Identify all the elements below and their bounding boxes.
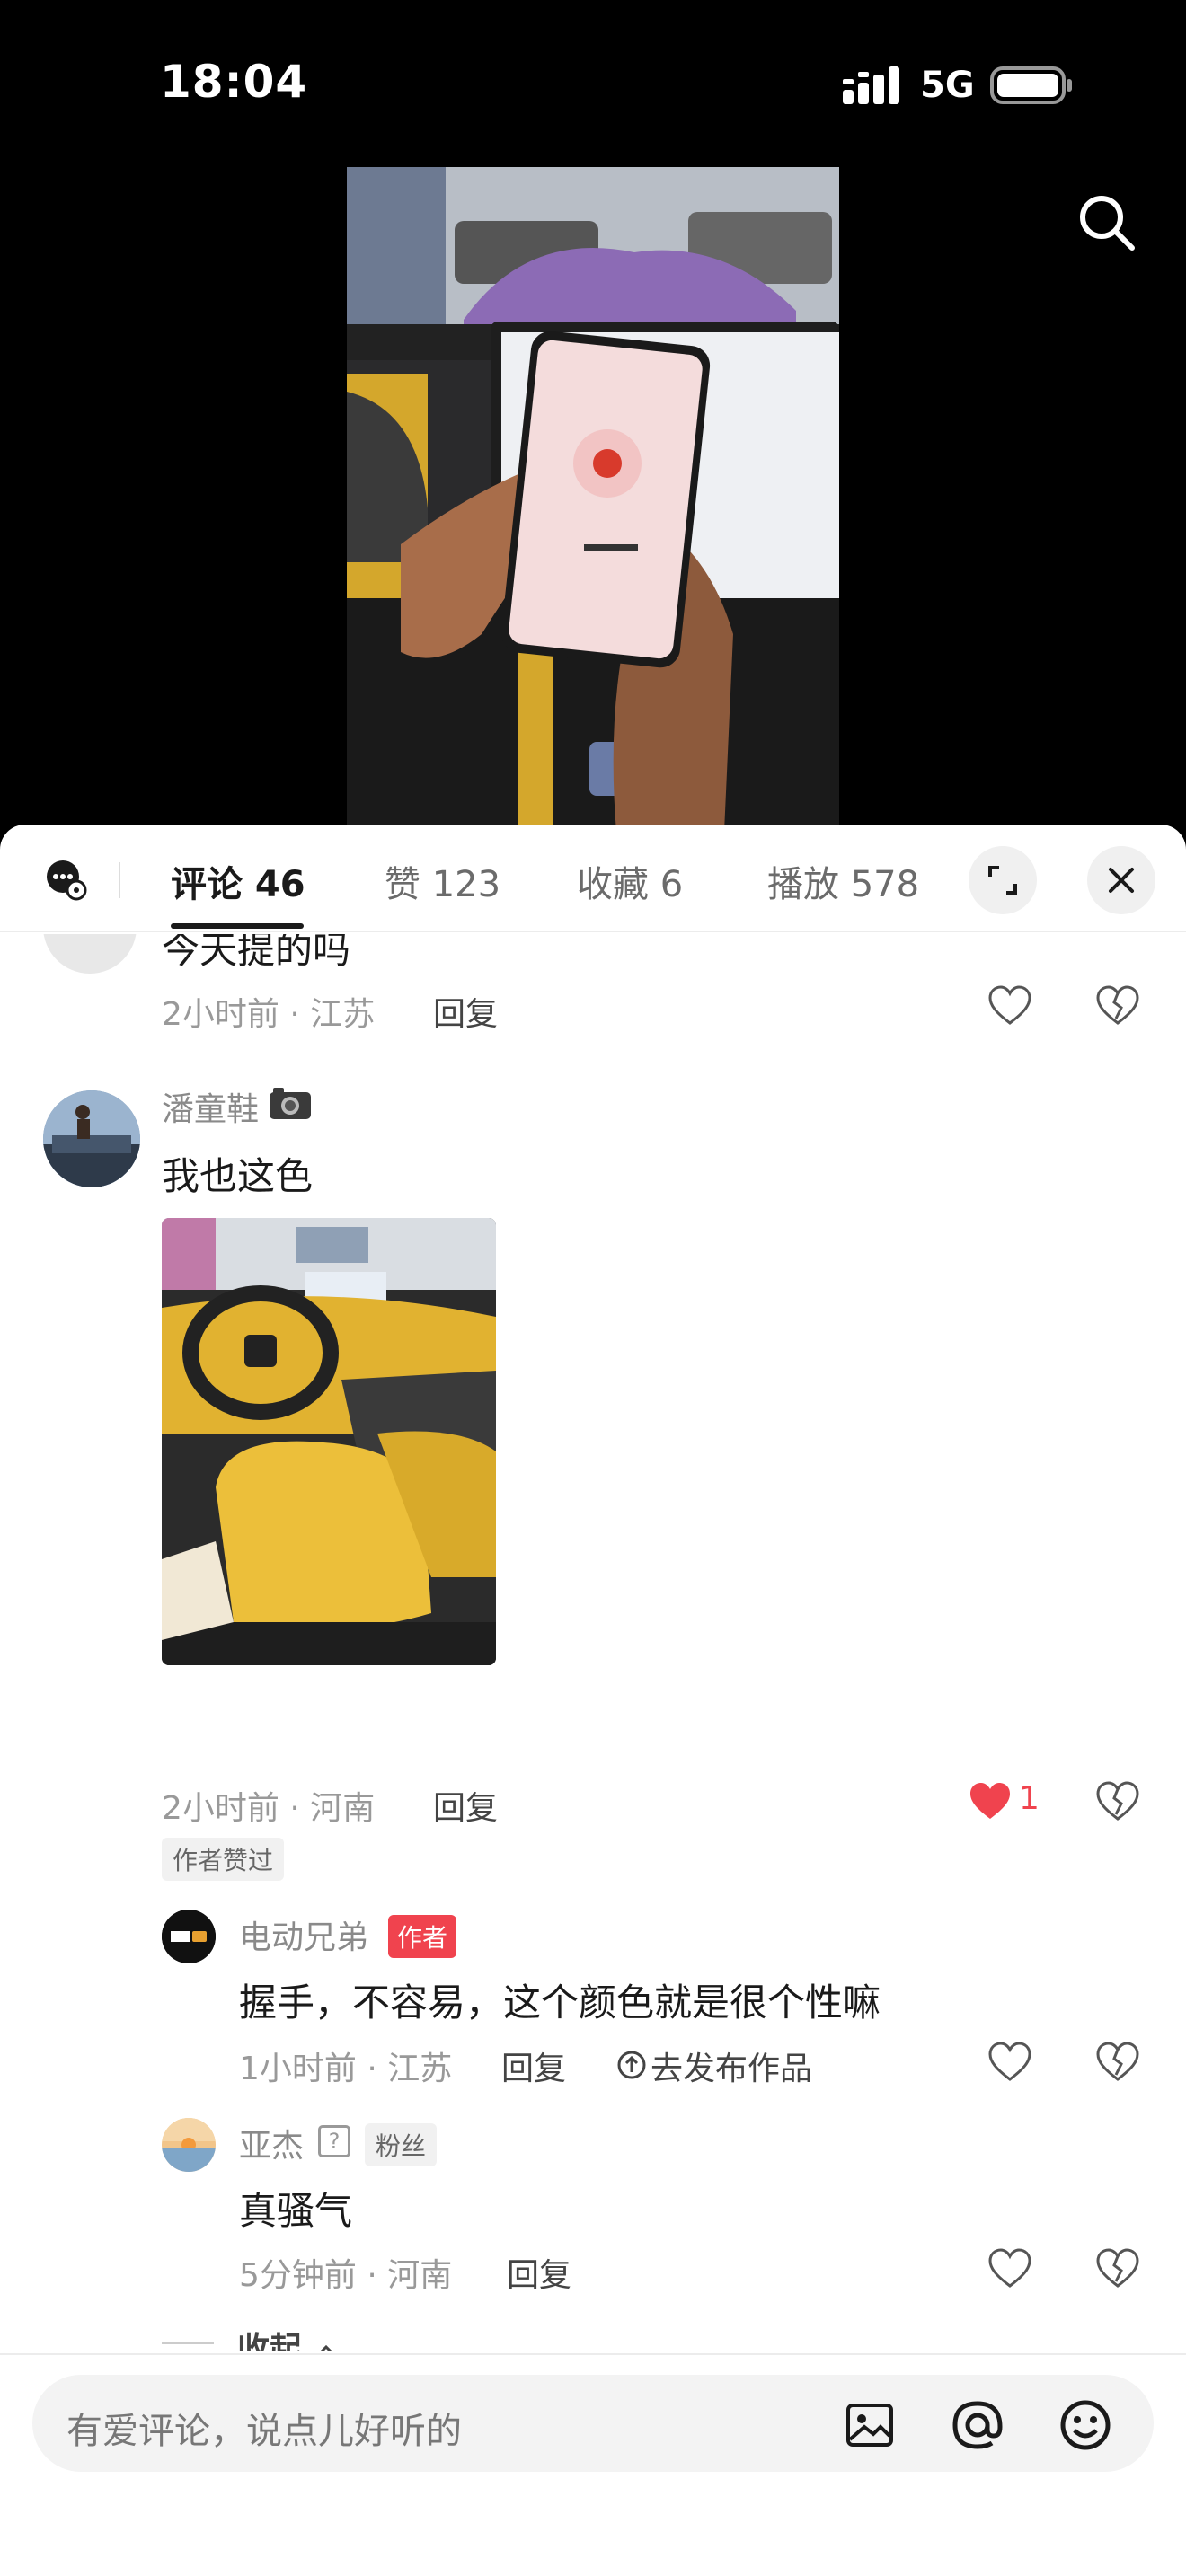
active-tab-indicator (171, 923, 304, 929)
comment-input[interactable]: 有爱评论，说点儿好听的 (32, 2375, 1154, 2472)
comment-meta: 2小时前 · 江苏 (162, 996, 376, 1033)
tab-divider (119, 862, 120, 898)
status-bar: 18:04 5G (0, 0, 1186, 171)
like-count: 1 (1019, 1780, 1040, 1817)
comment-settings-icon[interactable] (43, 857, 88, 902)
car-interior-photo (162, 1218, 496, 1665)
comment-text: 今天提的吗 (162, 934, 351, 972)
reply-text: 握手，不容易，这个颜色就是很个性嘛 (239, 1981, 881, 2025)
collapse-label: 收起 (237, 2331, 303, 2351)
tab-plays[interactable]: 播放 578 (767, 855, 919, 907)
video-thumbnail (347, 167, 839, 832)
search-button[interactable] (1075, 190, 1139, 255)
chevron-up-icon (319, 2344, 332, 2351)
tab-favorites[interactable]: 收藏 6 (577, 855, 683, 907)
like-icon[interactable] (987, 983, 1033, 1029)
comment-input-bar: 有爱评论，说点儿好听的 (0, 2353, 1186, 2576)
comment-sheet: 评论 46 赞 123 收藏 6 播放 578 今天提的吗 2小时前 · 江苏 … (0, 825, 1186, 2576)
avatar[interactable] (162, 2118, 216, 2172)
video-frame[interactable] (347, 167, 839, 832)
author-tag: 作者 (388, 1915, 457, 1958)
dislike-icon[interactable] (1094, 2039, 1141, 2086)
reply-button[interactable]: 回复 (507, 2249, 571, 2296)
network-type: 5G (920, 65, 975, 106)
avatar[interactable] (43, 1090, 140, 1187)
reply-button[interactable]: 回复 (501, 2042, 566, 2089)
comment-meta: 2小时前 · 河南 (162, 1790, 376, 1827)
status-time: 18:04 (160, 56, 308, 108)
reply-button[interactable]: 回复 (433, 988, 498, 1035)
tab-likes[interactable]: 赞 123 (385, 855, 500, 907)
reply-username[interactable]: 亚杰 (239, 2120, 304, 2166)
question-badge: ? (318, 2125, 350, 2157)
avatar[interactable] (43, 934, 137, 974)
dislike-icon[interactable] (1094, 2245, 1141, 2292)
reply-text: 真骚气 (239, 2189, 353, 2233)
reply-button[interactable]: 回复 (433, 1782, 498, 1829)
battery-icon (990, 66, 1072, 104)
upload-icon (617, 2051, 646, 2079)
avatar[interactable] (162, 1910, 216, 1963)
close-icon (1109, 868, 1134, 893)
comment-list[interactable]: 今天提的吗 2小时前 · 江苏 回复 潘童鞋 我也这色 2小时前 · 河南 回复… (0, 934, 1186, 2351)
like-icon[interactable] (987, 2039, 1033, 2086)
liked-heart-icon[interactable] (967, 1778, 1013, 1825)
like-icon[interactable] (987, 2245, 1033, 2292)
comment-username[interactable]: 潘童鞋 (162, 1083, 259, 1130)
avatar-image (43, 1090, 140, 1187)
close-button[interactable] (1087, 846, 1155, 914)
collapse-button[interactable]: 收起 (237, 2323, 339, 2351)
input-placeholder: 有爱评论，说点儿好听的 (66, 2411, 462, 2452)
expand-icon (988, 866, 1017, 895)
at-icon[interactable] (951, 2398, 1005, 2452)
reply-username[interactable]: 电动兄弟 (239, 1911, 368, 1958)
reply-meta: 5分钟前 · 河南 (239, 2257, 453, 2294)
image-icon[interactable] (845, 2400, 895, 2450)
avatar-image (162, 1910, 216, 1963)
expand-button[interactable] (969, 846, 1037, 914)
emoji-icon[interactable] (1058, 2398, 1112, 2452)
reply-meta: 1小时前 · 江苏 (239, 2051, 453, 2087)
search-icon (1080, 196, 1135, 251)
tab-comments[interactable]: 评论 46 (171, 855, 305, 907)
tab-bar: 评论 46 赞 123 收藏 6 播放 578 (0, 825, 1186, 932)
fan-tag: 粉丝 (365, 2123, 438, 2166)
author-liked-badge: 作者赞过 (162, 1838, 285, 1881)
camera-icon (270, 1088, 311, 1119)
publish-work-link[interactable]: 去发布作品 (651, 2042, 812, 2089)
comment-image[interactable] (162, 1218, 496, 1665)
dislike-icon[interactable] (1094, 1778, 1141, 1825)
comment-text: 我也这色 (162, 1154, 314, 1198)
collapse-line (162, 2342, 214, 2344)
signal-icon (843, 66, 899, 104)
avatar-image (162, 2118, 216, 2172)
dislike-icon[interactable] (1094, 983, 1141, 1029)
